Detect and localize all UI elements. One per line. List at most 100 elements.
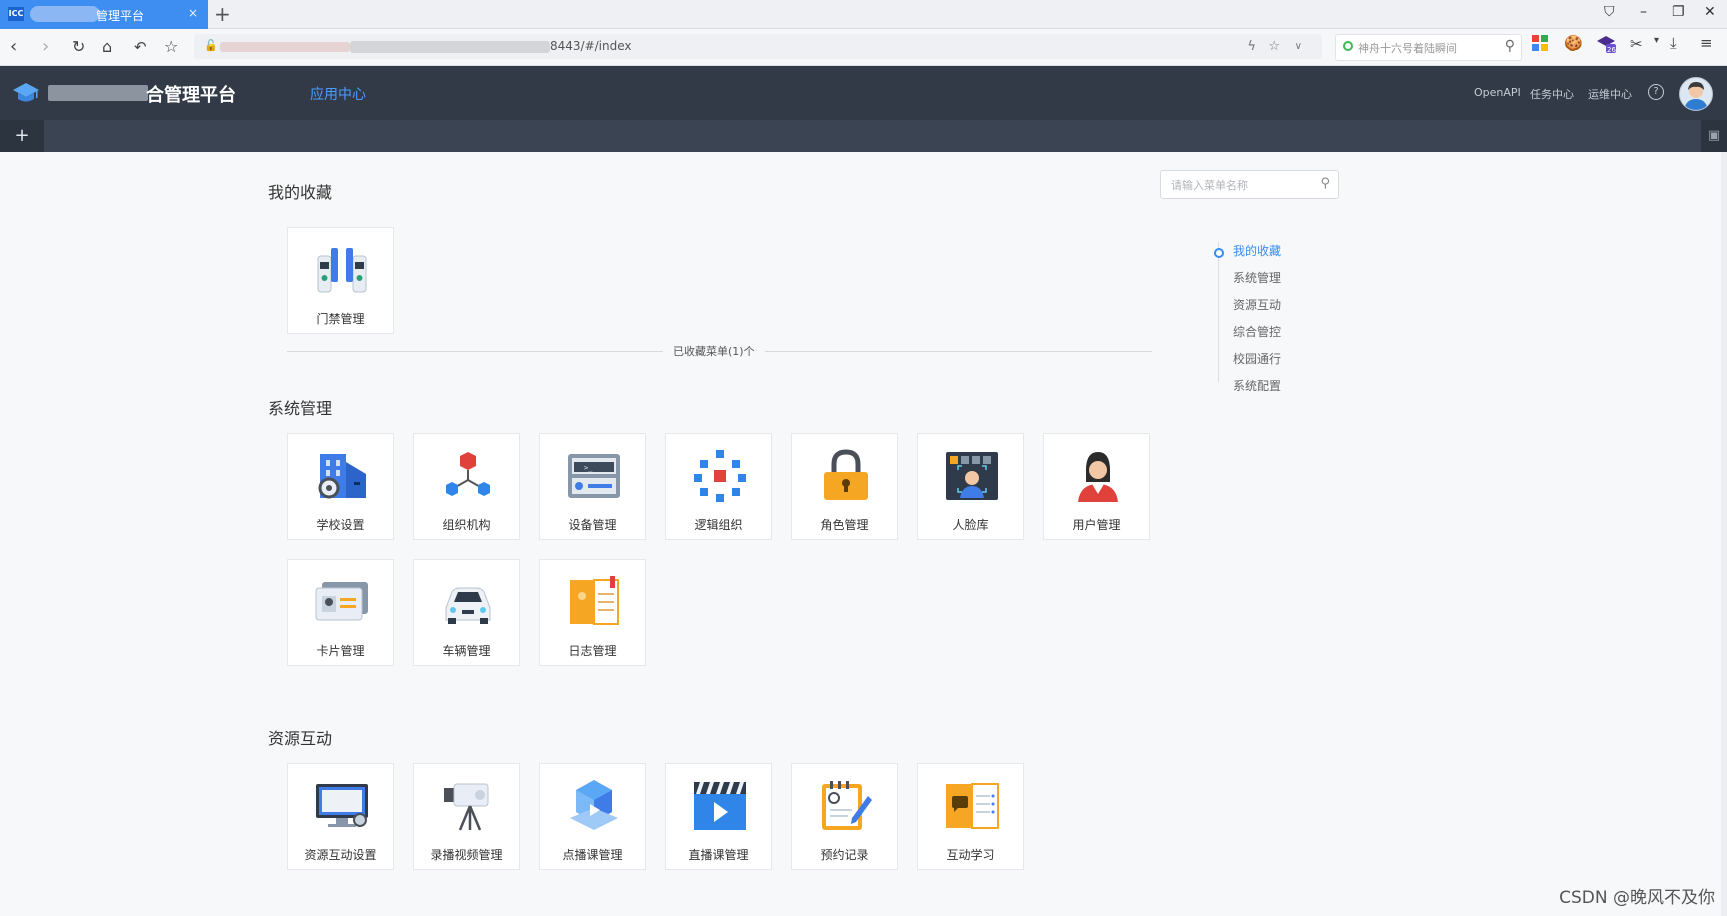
cookie-icon[interactable]: 🍪 <box>1564 34 1583 52</box>
tile-school-settings[interactable]: 学校设置 <box>287 433 394 540</box>
anchor-nav: 我的收藏 系统管理 资源互动 综合管控 校园通行 系统配置 <box>1214 242 1309 393</box>
url-bar[interactable]: 🔓 8443/#/index ϟ ☆ ∨ <box>194 34 1322 59</box>
user-avatar[interactable] <box>1679 77 1713 111</box>
log-management-icon <box>570 576 619 625</box>
section-title-resource: 资源互动 <box>268 729 333 748</box>
tab-close-icon[interactable]: × <box>188 6 198 20</box>
reload-icon[interactable]: ↻ <box>72 37 85 56</box>
tile-role-management[interactable]: 角色管理 <box>791 433 898 540</box>
undo-icon[interactable]: ↶ <box>134 38 147 56</box>
bookmark-star-icon[interactable]: ☆ <box>164 37 178 56</box>
nav-app-center[interactable]: 应用中心 <box>310 84 366 104</box>
anchor-item-system-config[interactable]: 系统配置 <box>1233 377 1281 394</box>
header-link-openapi[interactable]: OpenAPI <box>1474 86 1521 99</box>
favorites-count-label: 已收藏菜单(1)个 <box>663 343 765 359</box>
app-center-content: 我的收藏 ⚲ 门禁管理 已收藏菜单(1)个 系统管理 <box>0 152 1727 916</box>
browser-search-box[interactable]: 神舟十六号着陆瞬间 ⚲ <box>1335 34 1522 61</box>
graduation-cap-logo-icon <box>13 83 39 102</box>
extension-icon[interactable]: 26 <box>1596 34 1616 58</box>
user-management-icon <box>1078 452 1118 502</box>
tile-vod-course[interactable]: 点播课管理 <box>539 763 646 870</box>
vod-course-icon <box>570 780 618 830</box>
tile-label: 设备管理 <box>568 518 617 532</box>
tile-recording-video[interactable]: 录播视频管理 <box>413 763 520 870</box>
browser-tab[interactable]: ICC 管理平台 × <box>0 0 208 29</box>
new-tab-button[interactable]: + <box>214 2 231 26</box>
tile-label: 直播课管理 <box>688 848 749 862</box>
recording-video-icon <box>444 783 489 831</box>
lightning-icon[interactable]: ϟ <box>1247 39 1256 54</box>
school-settings-icon <box>318 454 366 499</box>
trash-icon[interactable]: ▣ <box>1701 120 1727 152</box>
tile-resource-settings[interactable]: 资源互动设置 <box>287 763 394 870</box>
browser-tab-bar: ICC 管理平台 × + ⛉ – ❐ ✕ <box>0 0 1727 29</box>
search-icon[interactable]: ⚲ <box>1320 176 1330 191</box>
tile-label: 点播课管理 <box>562 848 623 862</box>
device-management-icon: >_ <box>568 454 620 498</box>
anchor-item-resource[interactable]: 资源互动 <box>1233 296 1281 313</box>
back-icon[interactable]: ‹ <box>10 36 17 57</box>
active-anchor-dot-icon <box>1214 248 1224 258</box>
organization-icon <box>446 452 490 496</box>
add-page-tab-button[interactable]: + <box>0 120 44 152</box>
redacted-url-host <box>350 41 550 53</box>
scissors-icon[interactable]: ✂ <box>1630 35 1643 53</box>
header-link-ops-center[interactable]: 运维中心 <box>1588 86 1632 102</box>
header-link-task-center[interactable]: 任务中心 <box>1530 86 1574 102</box>
redacted-tab-title <box>30 6 100 22</box>
restore-button[interactable]: ❐ <box>1672 4 1685 20</box>
watermark: CSDN @晚风不及你 <box>1559 888 1715 908</box>
tile-access-control[interactable]: 门禁管理 <box>287 227 394 334</box>
face-library-icon <box>946 452 998 500</box>
favorite-icon[interactable]: ☆ <box>1268 39 1280 54</box>
tile-logic-organization[interactable]: 逻辑组织 <box>665 433 772 540</box>
window-close-button[interactable]: ✕ <box>1704 4 1716 20</box>
tile-label: 角色管理 <box>820 518 869 532</box>
app-header: 合管理平台 应用中心 OpenAPI 任务中心 运维中心 ? <box>0 66 1727 120</box>
forward-icon[interactable]: › <box>42 36 49 57</box>
search-hint: 神舟十六号着陆瞬间 <box>1358 42 1457 55</box>
tile-organization[interactable]: 组织机构 <box>413 433 520 540</box>
chevron-down-icon[interactable]: ▾ <box>1654 35 1659 46</box>
role-management-icon <box>824 449 868 500</box>
tile-label: 卡片管理 <box>316 644 365 658</box>
tile-log-management[interactable]: 日志管理 <box>539 559 646 666</box>
home-icon[interactable]: ⌂ <box>102 37 112 56</box>
live-course-icon <box>694 782 746 830</box>
skin-icon[interactable]: ⛉ <box>1604 4 1615 20</box>
minimize-button[interactable]: – <box>1640 4 1647 20</box>
tile-label: 门禁管理 <box>316 312 365 326</box>
tile-label: 逻辑组织 <box>694 518 743 532</box>
section-title-favorites: 我的收藏 <box>268 183 333 202</box>
tile-face-library[interactable]: 人脸库 <box>917 433 1024 540</box>
help-icon[interactable]: ? <box>1648 84 1664 100</box>
site-favicon-icon: ICC <box>8 7 24 21</box>
tile-vehicle-management[interactable]: 车辆管理 <box>413 559 520 666</box>
tile-interactive-learning[interactable]: 互动学习 <box>917 763 1024 870</box>
search-icon[interactable]: ⚲ <box>1505 38 1515 54</box>
logic-organization-icon <box>694 450 746 502</box>
tile-label: 资源互动设置 <box>304 848 377 862</box>
tile-user-management[interactable]: 用户管理 <box>1043 433 1150 540</box>
tile-live-course[interactable]: 直播课管理 <box>665 763 772 870</box>
menu-icon[interactable]: ≡ <box>1700 34 1713 52</box>
vehicle-management-icon <box>445 587 491 624</box>
scrollbar[interactable] <box>1721 152 1727 916</box>
insecure-lock-icon: 🔓 <box>204 39 218 52</box>
anchor-item-system[interactable]: 系统管理 <box>1233 269 1281 286</box>
tile-label: 预约记录 <box>820 848 869 862</box>
tile-card-management[interactable]: 卡片管理 <box>287 559 394 666</box>
tile-device-management[interactable]: >_ 设备管理 <box>539 433 646 540</box>
tile-reservation-record[interactable]: 预约记录 <box>791 763 898 870</box>
anchor-item-integrated-control[interactable]: 综合管控 <box>1233 323 1281 340</box>
anchor-item-campus-access[interactable]: 校园通行 <box>1233 350 1281 367</box>
download-icon[interactable]: ⤓ <box>1670 34 1677 52</box>
menu-search-box[interactable]: ⚲ <box>1160 170 1339 199</box>
menu-search-input[interactable] <box>1169 171 1313 199</box>
apps-grid-icon[interactable] <box>1532 35 1548 55</box>
tile-label: 学校设置 <box>316 518 365 532</box>
anchor-item-favorites[interactable]: 我的收藏 <box>1233 242 1281 259</box>
tile-label: 组织机构 <box>442 518 491 532</box>
redacted-url <box>220 42 350 52</box>
chevron-down-icon[interactable]: ∨ <box>1295 41 1302 52</box>
